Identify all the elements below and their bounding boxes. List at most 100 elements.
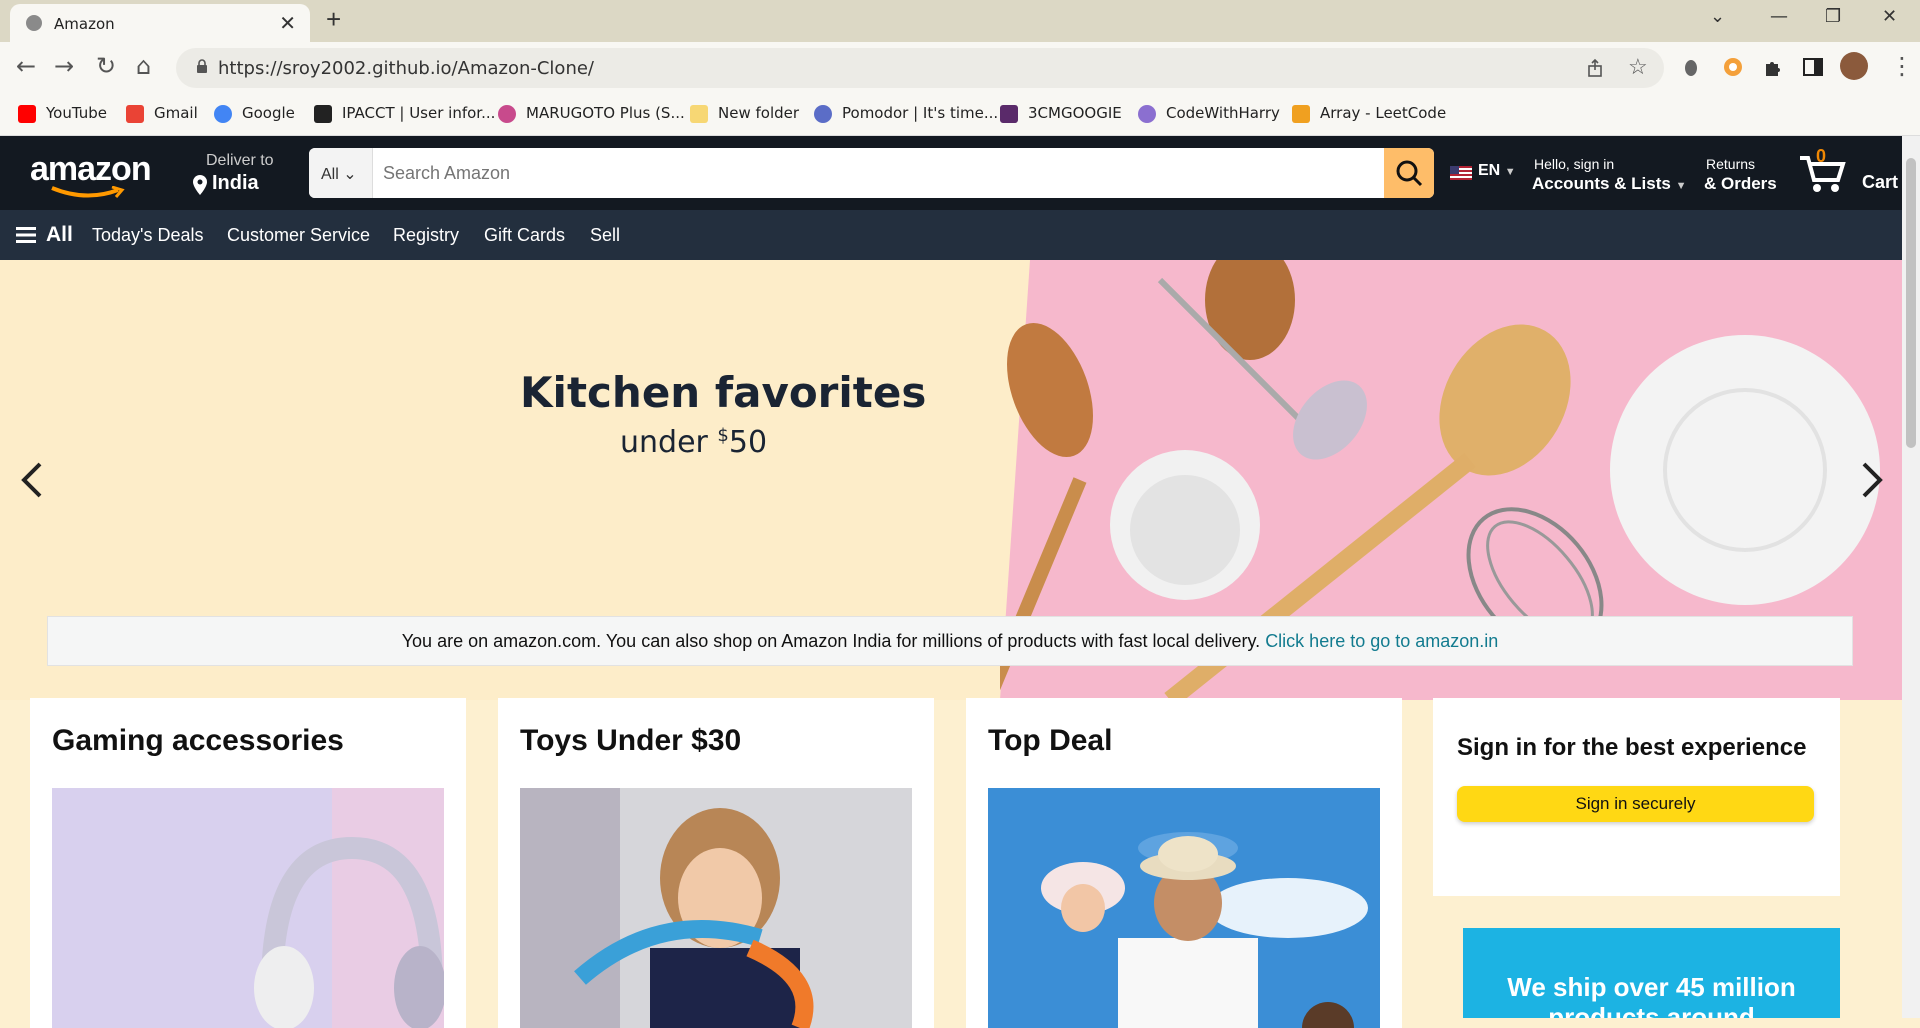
- tab-title: Amazon: [54, 15, 115, 33]
- location-pin-icon: [193, 175, 207, 195]
- child-playing-toy-image: [520, 788, 912, 1028]
- hero-subtitle: under $50: [620, 425, 768, 460]
- marugoto-icon: [498, 104, 516, 123]
- chevron-down-icon: ⌄: [343, 166, 357, 183]
- sub-navigation: All Today's Deals Customer Service Regis…: [0, 210, 1902, 260]
- card-title: Toys Under $30: [520, 724, 742, 757]
- browser-tab-bar: Amazon ✕ + ⌄ — ❐ ✕: [0, 0, 1920, 42]
- cart-count: 0: [1816, 146, 1827, 166]
- bookmark-3cmgoogie[interactable]: 3CMGOOGIE: [1000, 104, 1122, 123]
- card-top-deal[interactable]: Top Deal: [966, 698, 1402, 1028]
- amazon-smile-icon: [51, 186, 125, 198]
- hero-title: Kitchen favorites: [520, 368, 927, 417]
- share-icon[interactable]: [1586, 58, 1606, 78]
- headphones-image: [52, 788, 444, 1028]
- shipping-promo-text: We ship over 45 million products around: [1507, 972, 1796, 1018]
- carousel-prev-icon[interactable]: [18, 460, 48, 500]
- bookmark-star-icon[interactable]: ☆: [1628, 54, 1648, 80]
- returns-orders-link[interactable]: & Orders: [1704, 174, 1777, 194]
- nav-gift-cards[interactable]: Gift Cards: [484, 225, 565, 246]
- language-selector[interactable]: EN ▼: [1478, 162, 1516, 180]
- card-title: Top Deal: [988, 724, 1113, 757]
- nav-registry[interactable]: Registry: [393, 225, 459, 246]
- search-bar: All ⌄: [309, 148, 1434, 198]
- minimize-button[interactable]: —: [1770, 6, 1788, 27]
- card-gaming-accessories[interactable]: Gaming accessories: [30, 698, 466, 1028]
- deliver-location[interactable]: India: [212, 172, 259, 195]
- address-bar[interactable]: https://sroy2002.github.io/Amazon-Clone/…: [176, 48, 1664, 88]
- nav-sell[interactable]: Sell: [590, 225, 620, 246]
- search-category-select[interactable]: All ⌄: [309, 148, 373, 198]
- browser-tab[interactable]: Amazon ✕: [10, 4, 310, 42]
- page-scrollbar[interactable]: [1902, 136, 1920, 1018]
- signin-card: Sign in for the best experience Sign in …: [1433, 698, 1840, 896]
- new-tab-button[interactable]: +: [326, 4, 341, 35]
- extension-icon[interactable]: [1722, 56, 1744, 78]
- profile-avatar[interactable]: [1840, 52, 1868, 80]
- bookmark-marugoto[interactable]: MARUGOTO Plus (S...: [498, 104, 685, 123]
- cart-label[interactable]: Cart: [1862, 172, 1898, 193]
- pomodor-icon: [814, 104, 832, 123]
- signin-title: Sign in for the best experience: [1457, 734, 1807, 761]
- reload-icon[interactable]: ↻: [96, 52, 116, 80]
- caret-down-icon: ▼: [1504, 166, 1516, 178]
- bookmark-youtube[interactable]: YouTube: [18, 104, 107, 123]
- all-menu-button[interactable]: All: [46, 223, 73, 247]
- url-text: https://sroy2002.github.io/Amazon-Clone/: [218, 58, 594, 79]
- signin-button[interactable]: Sign in securely: [1457, 786, 1814, 822]
- us-flag-icon: [1450, 166, 1472, 180]
- hamburger-menu-icon[interactable]: [16, 227, 36, 243]
- returns-label[interactable]: Returns: [1706, 156, 1755, 172]
- lock-icon: [197, 59, 207, 73]
- restore-button[interactable]: ❐: [1825, 6, 1841, 27]
- amazon-india-notice: You are on amazon.com. You can also shop…: [47, 616, 1853, 666]
- bookmark-ipacct[interactable]: IPACCT | User infor...: [314, 104, 495, 123]
- bookmark-leetcode[interactable]: Array - LeetCode: [1292, 104, 1446, 123]
- leetcode-icon: [1292, 104, 1310, 123]
- search-button[interactable]: [1384, 148, 1434, 198]
- browser-toolbar: ← → ↻ ⌂ https://sroy2002.github.io/Amazo…: [0, 42, 1920, 94]
- menu-icon[interactable]: ⋮: [1890, 52, 1914, 80]
- caret-down-icon: ▼: [1675, 180, 1687, 192]
- forward-icon[interactable]: →: [54, 52, 74, 80]
- deliver-to-label[interactable]: Deliver to: [206, 152, 274, 170]
- google-icon: [214, 104, 232, 123]
- accounts-lists-link[interactable]: Accounts & Lists ▼: [1532, 174, 1686, 194]
- card-title: Gaming accessories: [52, 724, 344, 757]
- card-toys-under-30[interactable]: Toys Under $30: [498, 698, 934, 1028]
- amazon-in-link[interactable]: Click here to go to amazon.in: [1265, 631, 1498, 651]
- bookmark-new-folder[interactable]: New folder: [690, 104, 799, 123]
- close-tab-icon[interactable]: ✕: [279, 11, 296, 36]
- back-icon[interactable]: ←: [16, 52, 36, 80]
- folder-icon: [690, 104, 708, 123]
- youtube-icon: [18, 104, 36, 123]
- account-greeting[interactable]: Hello, sign in: [1534, 156, 1614, 172]
- 3cmgoogie-icon: [1000, 104, 1018, 123]
- bookmark-google[interactable]: Google: [214, 104, 295, 123]
- bookmark-pomodor[interactable]: Pomodor | It's time...: [814, 104, 998, 123]
- search-input[interactable]: [381, 148, 1341, 198]
- gmail-icon: [126, 104, 144, 123]
- carousel-next-icon[interactable]: [1856, 460, 1886, 500]
- bookmark-codewithharry[interactable]: CodeWithHarry: [1138, 104, 1280, 123]
- tab-search-icon[interactable]: ⌄: [1710, 6, 1725, 27]
- nav-todays-deals[interactable]: Today's Deals: [92, 225, 204, 246]
- search-icon: [1396, 160, 1423, 187]
- close-window-button[interactable]: ✕: [1882, 6, 1897, 27]
- side-panel-icon[interactable]: [1802, 56, 1824, 78]
- extension-bug-icon[interactable]: [1680, 56, 1702, 78]
- bookmarks-bar: YouTube Gmail Google IPACCT | User infor…: [0, 94, 1920, 136]
- scrollbar-thumb[interactable]: [1906, 158, 1916, 448]
- father-child-beach-image: [988, 788, 1380, 1028]
- codewithharry-icon: [1138, 104, 1156, 123]
- home-icon[interactable]: ⌂: [136, 52, 151, 80]
- puzzle-icon[interactable]: [1762, 56, 1784, 78]
- ipacct-icon: [314, 104, 332, 123]
- notice-text: You are on amazon.com. You can also shop…: [401, 631, 1266, 651]
- globe-icon: [26, 15, 42, 31]
- shipping-promo-banner[interactable]: We ship over 45 million products around: [1463, 928, 1840, 1018]
- amazon-logo[interactable]: amazon: [30, 150, 152, 189]
- amazon-header: amazon Deliver to India All ⌄ EN ▼ Hello…: [0, 136, 1902, 210]
- nav-customer-service[interactable]: Customer Service: [227, 225, 370, 246]
- bookmark-gmail[interactable]: Gmail: [126, 104, 198, 123]
